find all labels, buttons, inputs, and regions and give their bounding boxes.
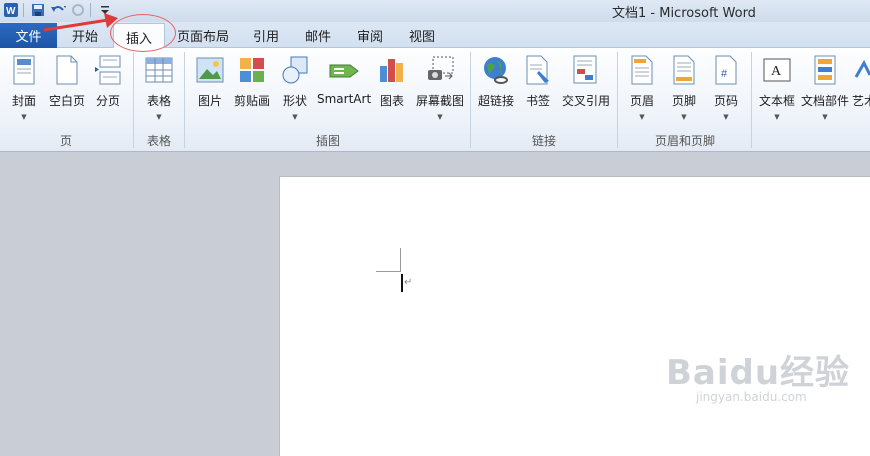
textbox-icon: A: [758, 54, 796, 86]
screenshot-button[interactable]: 屏幕截图 ▼: [414, 54, 466, 121]
tab-review[interactable]: 审阅: [357, 26, 383, 45]
chevron-down-icon: ▼: [156, 113, 162, 121]
baidu-watermark: Baidu经验 jingyan.baidu.com: [666, 345, 850, 404]
quick-parts-button[interactable]: 文档部件 ▼: [800, 54, 850, 121]
group-separator: [617, 52, 618, 148]
table-button[interactable]: 表格 ▼: [144, 54, 174, 121]
screenshot-icon: [414, 54, 466, 86]
cross-reference-button[interactable]: 交叉引用: [561, 54, 611, 109]
shapes-button[interactable]: 形状 ▼: [281, 54, 309, 121]
smartart-icon: [317, 54, 371, 86]
qat-separator: [23, 3, 24, 17]
picture-icon: [196, 54, 224, 86]
tab-home[interactable]: 开始: [72, 26, 98, 45]
group-separator: [133, 52, 134, 148]
ribbon-tabs: 文件 开始 插入 页面布局 引用 邮件 审阅 视图: [0, 22, 870, 49]
wordart-button[interactable]: 艺术: [852, 54, 870, 109]
title-bar: W 文档1 - Microsoft Word: [0, 0, 870, 22]
group-separator: [184, 52, 185, 148]
page-number-button[interactable]: # 页码 ▼: [712, 54, 740, 121]
cover-page-icon: [8, 54, 40, 86]
table-icon: [144, 54, 174, 86]
hyperlink-button[interactable]: 超链接: [477, 54, 515, 109]
chevron-down-icon: ▼: [292, 113, 298, 121]
picture-button[interactable]: 图片: [196, 54, 224, 109]
chevron-down-icon: ▼: [723, 113, 729, 121]
group-label-links: 链接: [532, 134, 557, 148]
header-button[interactable]: 页眉 ▼: [628, 54, 656, 121]
chevron-down-icon: ▼: [21, 113, 27, 121]
paragraph-mark-icon: ↵: [404, 277, 413, 288]
blank-page-button[interactable]: 空白页: [46, 54, 88, 109]
redo-icon[interactable]: [69, 1, 87, 19]
bookmark-button[interactable]: 书签: [525, 54, 551, 109]
quick-parts-icon: [800, 54, 850, 86]
chevron-down-icon: ▼: [822, 113, 828, 121]
bookmark-icon: [525, 54, 551, 86]
tab-references[interactable]: 引用: [253, 26, 279, 45]
chart-button[interactable]: 图表: [377, 54, 407, 109]
ribbon-insert: 封面 ▼ 空白页 分页 页 表格 ▼ 表格 图片 剪贴画 形状 ▼ SmartA…: [0, 48, 870, 152]
globe-link-icon: [477, 54, 515, 86]
svg-text:#: #: [721, 68, 728, 80]
group-label-header-footer: 页眉和页脚: [655, 134, 716, 148]
textbox-button[interactable]: A 文本框 ▼: [758, 54, 796, 121]
margin-corner-mark: [376, 271, 401, 272]
tab-view[interactable]: 视图: [409, 26, 435, 45]
chevron-down-icon: ▼: [774, 113, 780, 121]
svg-text:W: W: [6, 6, 16, 17]
header-icon: [628, 54, 656, 86]
chevron-down-icon: ▼: [681, 113, 687, 121]
group-label-illustrations: 插图: [316, 134, 341, 148]
page-break-icon: [94, 54, 122, 86]
tab-insert[interactable]: 插入: [113, 23, 166, 49]
footer-button[interactable]: 页脚 ▼: [670, 54, 698, 121]
group-separator: [751, 52, 752, 148]
window-title: 文档1 - Microsoft Word: [612, 6, 756, 21]
clip-art-icon: [233, 54, 271, 86]
chart-icon: [377, 54, 407, 86]
save-icon[interactable]: [29, 1, 47, 19]
blank-page-icon: [46, 54, 88, 86]
margin-corner-mark: [400, 248, 401, 272]
footer-icon: [670, 54, 698, 86]
page-number-icon: #: [712, 54, 740, 86]
watermark-brand: Baidu经验: [666, 353, 851, 393]
tab-mailings[interactable]: 邮件: [305, 26, 331, 45]
tab-page-layout[interactable]: 页面布局: [177, 26, 229, 45]
clip-art-button[interactable]: 剪贴画: [233, 54, 271, 109]
group-label-tables: 表格: [147, 134, 172, 148]
cover-page-button[interactable]: 封面 ▼: [8, 54, 40, 121]
group-separator: [470, 52, 471, 148]
chevron-down-icon: ▼: [639, 113, 645, 121]
cross-reference-icon: [561, 54, 611, 86]
text-cursor: [401, 274, 403, 292]
shapes-icon: [281, 54, 309, 86]
tab-file[interactable]: 文件: [0, 23, 57, 48]
group-label-pages: 页: [60, 134, 73, 148]
page-break-button[interactable]: 分页: [94, 54, 122, 109]
word-logo-icon[interactable]: W: [2, 1, 20, 19]
svg-text:A: A: [771, 64, 782, 79]
chevron-down-icon: ▼: [437, 113, 443, 121]
qat-separator: [90, 3, 91, 17]
wordart-icon: [852, 54, 870, 86]
quick-access-toolbar: W: [0, 0, 114, 20]
undo-icon[interactable]: [49, 1, 67, 19]
customize-dropdown-icon[interactable]: [96, 1, 114, 19]
document-page[interactable]: ↵: [279, 176, 870, 456]
smartart-button[interactable]: SmartArt: [317, 54, 371, 106]
